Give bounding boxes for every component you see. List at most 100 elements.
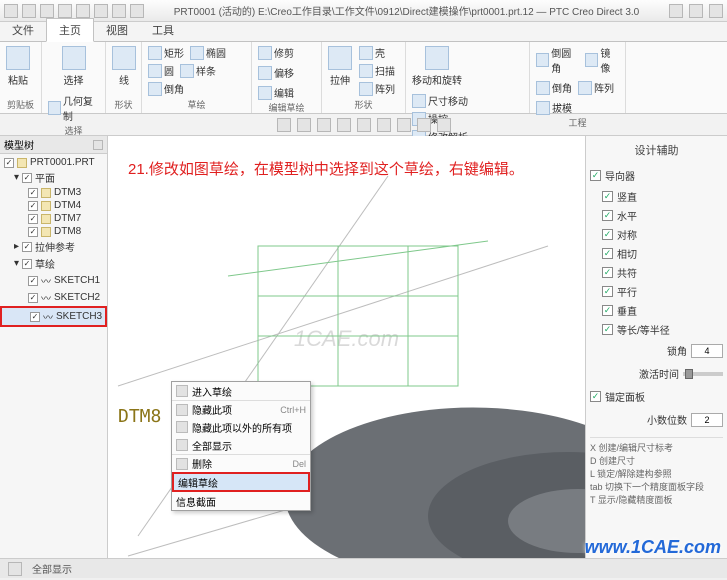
axis-icon[interactable] [377,118,391,132]
design-assist-panel: 设计辅助 ✓导向器 ✓竖直 ✓水平 ✓对称 ✓相切 ✓共符 ✓平行 ✓垂直 ✓等… [585,136,727,558]
tree-sketch-group[interactable]: ▾✓草绘 [0,255,107,272]
chk-tangent[interactable]: ✓相切 [590,244,723,263]
select-button[interactable]: 选择 [46,44,101,89]
tree-settings-icon[interactable] [93,140,103,150]
anim-slider[interactable] [683,372,723,376]
ctx-edit-definition[interactable]: 编辑草绘 [172,472,310,492]
tree-sketch2[interactable]: ✓〰SKETCH2 [0,289,107,306]
regen-icon[interactable] [94,4,108,18]
csys-icon[interactable] [417,118,431,132]
tree-dtm7[interactable]: ✓DTM7 [0,212,107,225]
group-shape: 形状 [110,98,137,111]
mirror-button[interactable]: 镜像 [583,44,621,76]
ribbon-tabs: 文件 主页 视图 工具 [0,22,727,42]
chk-vertical[interactable]: ✓竖直 [590,187,723,206]
edit-button[interactable]: 编辑 [256,84,296,101]
status-icon [8,562,22,576]
chk-symmetric[interactable]: ✓对称 [590,225,723,244]
redo-icon[interactable] [76,4,90,18]
model-tree[interactable]: ✓PRT0001.PRT ▾✓平面 ✓DTM3 ✓DTM4 ✓DTM7 ✓DTM… [0,154,107,329]
assist-title: 设计辅助 [590,140,723,164]
new-icon[interactable] [4,4,18,18]
ctx-hide-item[interactable]: 隐藏此项Ctrl+H [172,400,310,418]
quick-access-toolbar [4,4,144,18]
datum-icon[interactable] [357,118,371,132]
tree-root[interactable]: ✓PRT0001.PRT [0,156,107,169]
circle-button[interactable]: 圆 [146,62,176,79]
tree-dtm3[interactable]: ✓DTM3 [0,186,107,199]
tree-sketch1[interactable]: ✓〰SKETCH1 [0,272,107,289]
zoom-icon[interactable] [297,118,311,132]
draft-button[interactable]: 拔模 [534,99,621,116]
ctx-delete[interactable]: 删除Del [172,454,310,472]
lock-angle-input[interactable] [691,344,723,358]
sweep-button[interactable]: 扫描 [357,62,397,79]
main-area: 模型树 ✓PRT0001.PRT ▾✓平面 ✓DTM3 ✓DTM4 ✓DTM7 … [0,136,727,558]
arr2-button[interactable]: 阵列 [576,79,616,96]
tree-planes[interactable]: ▾✓平面 [0,169,107,186]
window-controls [669,4,723,18]
cham2-button[interactable]: 倒角 [534,79,574,96]
line-icon [112,46,136,70]
key-hints: X 创建/编辑尺寸标考 D 创建尺寸 L 锁定/解除建构参照 tab 切换下一个… [590,437,723,507]
repaint-icon[interactable] [317,118,331,132]
paste-icon [6,46,30,70]
tree-extrude[interactable]: ▸✓拉伸参考 [0,238,107,255]
rect-button[interactable]: 矩形 [146,44,186,61]
tab-view[interactable]: 视图 [94,19,140,41]
graphics-canvas[interactable]: 21.修改如图草绘，在模型树中选择到这个草绘，右键编辑。 1CAE.com DT… [108,136,585,558]
chk-equal[interactable]: ✓等长/等半径 [590,320,723,339]
offset-button[interactable]: 偏移 [256,64,296,81]
tree-dtm8[interactable]: ✓DTM8 [0,225,107,238]
tab-tool[interactable]: 工具 [140,19,186,41]
guide-checkbox[interactable]: ✓ [590,170,601,181]
paste-button[interactable]: 粘贴 [4,44,32,89]
tree-dtm4[interactable]: ✓DTM4 [0,199,107,212]
dimmove-button[interactable]: 尺寸移动 [410,92,470,109]
model-tree-header: 模型树 [0,136,107,154]
tab-file[interactable]: 文件 [0,19,46,41]
shell-button[interactable]: 壳 [357,44,397,61]
maximize-icon[interactable] [689,4,703,18]
move-button[interactable]: 移动和旋转 [410,44,464,89]
fit-icon[interactable] [277,118,291,132]
open-icon[interactable] [22,4,36,18]
tab-home[interactable]: 主页 [46,18,94,42]
status-bar: 全部显示 [0,558,727,578]
ellipse-button[interactable]: 椭圆 [188,44,228,61]
tree-sketch3[interactable]: ✓〰SKETCH3 [0,306,107,327]
ctx-info[interactable]: 信息截面 [172,492,310,510]
spline-button[interactable]: 样条 [178,62,218,79]
close-doc-icon[interactable] [130,4,144,18]
geom-copy-button[interactable]: 几何复制 [46,92,101,124]
chk-horizontal[interactable]: ✓水平 [590,206,723,225]
pattern-button[interactable]: 阵列 [357,80,397,97]
hide-icon [176,404,188,416]
group-form: 形状 [326,98,401,111]
ctx-show-all[interactable]: 全部显示 [172,436,310,454]
point-icon[interactable] [397,118,411,132]
trim-button[interactable]: 修剪 [256,44,296,61]
minimize-icon[interactable] [669,4,683,18]
undo-icon[interactable] [58,4,72,18]
select-icon [62,46,86,70]
ctx-hide-others[interactable]: 隐藏此项以外的所有项 [172,418,310,436]
annot-icon[interactable] [437,118,451,132]
extrude-button[interactable]: 拉伸 [326,44,354,97]
save-icon[interactable] [40,4,54,18]
group-eng: 工程 [534,116,621,129]
ctx-enter-sketch[interactable]: 进入草绘 [172,382,310,400]
chk-coincident[interactable]: ✓共符 [590,263,723,282]
grid-checkbox[interactable]: ✓ [590,391,601,402]
window-icon[interactable] [112,4,126,18]
chk-perpendicular[interactable]: ✓垂直 [590,301,723,320]
chk-parallel[interactable]: ✓平行 [590,282,723,301]
watermark-brand: www.1CAE.com [585,537,721,558]
decimals-input[interactable] [691,413,723,427]
disp-icon[interactable] [337,118,351,132]
context-menu: 进入草绘 隐藏此项Ctrl+H 隐藏此项以外的所有项 全部显示 删除Del 编辑… [171,381,311,511]
close-icon[interactable] [709,4,723,18]
shape-button[interactable]: 线 [110,44,138,89]
round-button[interactable]: 倒圆角 [534,44,581,76]
chamfer-button[interactable]: 倒角 [146,80,186,97]
